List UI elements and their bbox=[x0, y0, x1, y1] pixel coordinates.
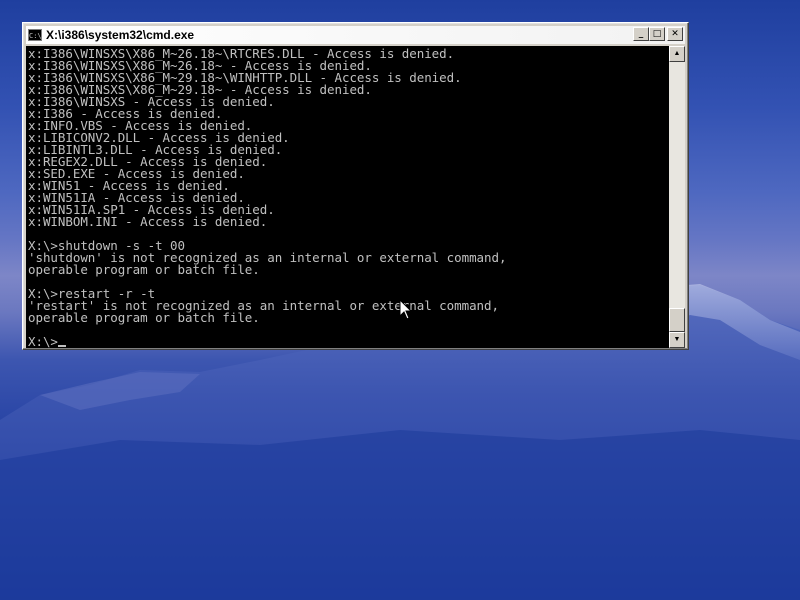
cmd-console-icon[interactable]: C:\ bbox=[28, 29, 42, 41]
close-button[interactable]: ✕ bbox=[667, 27, 683, 41]
scroll-down-button[interactable]: ▼ bbox=[669, 332, 685, 348]
console-output-area[interactable]: x:I386\WINSXS\X86_M~26.18~\RTCRES.DLL - … bbox=[26, 46, 669, 348]
console-line: operable program or batch file. bbox=[28, 262, 260, 277]
minimize-button[interactable]: _ bbox=[633, 27, 649, 41]
caption-buttons: _ □ ✕ bbox=[633, 27, 683, 41]
console-line: x:WINBOM.INI - Access is denied. bbox=[28, 214, 268, 229]
prompt-text: X:\> bbox=[28, 334, 58, 348]
console-line: operable program or batch file. bbox=[28, 310, 260, 325]
command-prompt-window[interactable]: C:\ X:\i386\system32\cmd.exe _ □ ✕ x:I38… bbox=[22, 22, 689, 350]
maximize-button[interactable]: □ bbox=[649, 27, 665, 41]
desktop-background: C:\ X:\i386\system32\cmd.exe _ □ ✕ x:I38… bbox=[0, 0, 800, 600]
window-title: X:\i386\system32\cmd.exe bbox=[46, 28, 195, 42]
scroll-up-button[interactable]: ▲ bbox=[669, 46, 685, 62]
console-text: x:I386\WINSXS\X86_M~26.18~\RTCRES.DLL - … bbox=[26, 46, 669, 348]
scroll-thumb[interactable] bbox=[669, 308, 685, 332]
command-prompt-line[interactable]: X:\> bbox=[28, 334, 669, 348]
text-cursor bbox=[57, 345, 66, 347]
title-bar[interactable]: C:\ X:\i386\system32\cmd.exe _ □ ✕ bbox=[26, 26, 685, 44]
arrow-cursor-icon bbox=[399, 299, 413, 320]
vertical-scrollbar[interactable]: ▲ ▼ bbox=[669, 46, 685, 348]
